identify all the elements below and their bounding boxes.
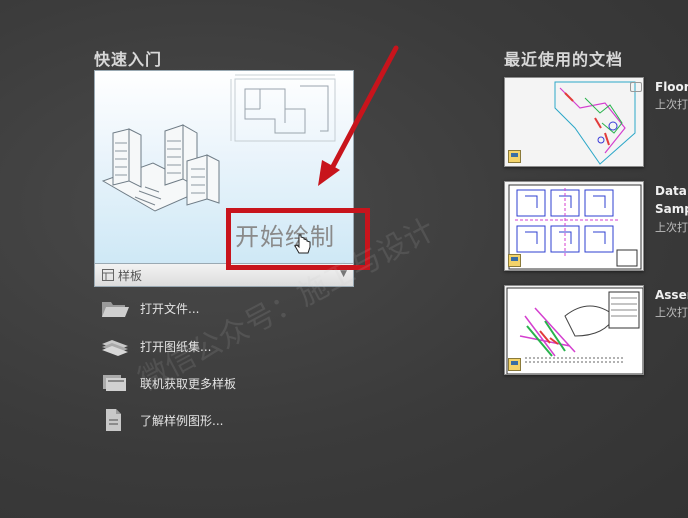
- online-templates-label: 联机获取更多样板: [140, 376, 237, 391]
- online-templates-icon: [103, 375, 126, 391]
- sample-drawings-label: 了解样例图形...: [140, 413, 224, 428]
- recent-doc-meta: 上次打: [655, 98, 688, 111]
- open-sheet-set-label: 打开图纸集...: [140, 339, 212, 354]
- dwg-file-icon: [508, 254, 521, 267]
- dwg-file-icon: [508, 358, 521, 371]
- open-sheet-set-action[interactable]: 打开图纸集...: [100, 334, 211, 358]
- dwg-file-icon: [508, 150, 521, 163]
- sample-drawings-action[interactable]: 了解样例图形...: [100, 408, 223, 432]
- recent-doc-thumbnail[interactable]: [504, 285, 644, 375]
- recent-doc-meta: 上次打: [655, 221, 688, 234]
- recent-doc-meta: 上次打: [655, 306, 688, 319]
- recent-documents-title: 最近使用的文档: [504, 50, 624, 69]
- chevron-down-icon: ▼: [340, 269, 347, 279]
- sheet-set-icon: [102, 340, 128, 356]
- open-file-action[interactable]: 打开文件...: [100, 296, 199, 320]
- online-templates-action[interactable]: 联机获取更多样板: [100, 371, 236, 395]
- template-label: 样板: [118, 268, 143, 283]
- highlight-box: [226, 208, 370, 270]
- recent-doc-name[interactable]: Floor: [655, 80, 688, 94]
- data-sample-preview: [508, 184, 642, 270]
- recent-doc-name[interactable]: Data: [655, 184, 687, 198]
- floor-plan-preview: [554, 81, 636, 165]
- open-file-label: 打开文件...: [140, 301, 200, 316]
- recent-doc-name[interactable]: Assen: [655, 288, 688, 302]
- recent-doc-thumbnail[interactable]: [504, 181, 644, 271]
- quick-start-title: 快速入门: [94, 50, 163, 69]
- template-icon: [102, 269, 114, 281]
- pin-icon[interactable]: [630, 82, 642, 92]
- assembly-preview: [506, 287, 643, 374]
- recent-doc-thumbnail[interactable]: [504, 77, 644, 167]
- recent-doc-name-line2[interactable]: Samp: [655, 202, 688, 216]
- sample-drawings-icon: [106, 409, 121, 431]
- folder-icon: [102, 302, 129, 317]
